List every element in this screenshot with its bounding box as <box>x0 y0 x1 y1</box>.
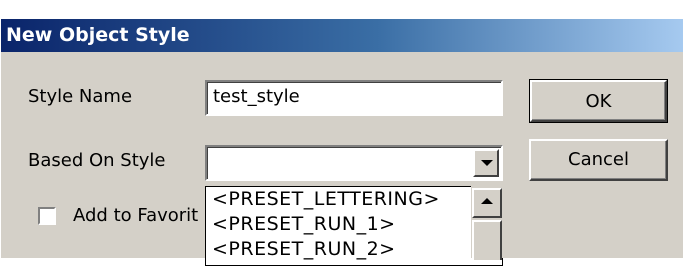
list-item[interactable]: <PRESET_LETTERING> <box>212 188 440 210</box>
top-strip <box>1 0 683 19</box>
add-to-favorites-checkbox[interactable] <box>38 207 56 225</box>
chevron-up-icon <box>481 198 493 204</box>
dialog-title: New Object Style <box>6 24 190 46</box>
add-to-favorites-label: Add to Favorit <box>73 205 199 226</box>
list-item[interactable]: <PRESET_RUN_2> <box>212 238 396 260</box>
chevron-down-icon <box>481 160 493 166</box>
ok-button[interactable]: OK <box>529 79 668 123</box>
dropdown-toggle-button[interactable] <box>473 149 499 177</box>
cancel-button[interactable]: Cancel <box>529 139 668 181</box>
list-scrollbar[interactable] <box>471 186 504 260</box>
based-on-style-label: Based On Style <box>28 150 166 171</box>
style-name-input[interactable]: test_style <box>205 80 503 116</box>
based-on-style-select[interactable] <box>205 145 503 181</box>
style-name-label: Style Name <box>28 86 133 107</box>
scroll-thumb[interactable] <box>472 220 502 260</box>
scroll-up-button[interactable] <box>472 188 502 218</box>
style-dropdown-list[interactable]: <PRESET_LETTERING> <PRESET_RUN_1> <PRESE… <box>205 186 503 266</box>
list-item[interactable]: <PRESET_RUN_1> <box>212 213 396 235</box>
style-name-value: test_style <box>213 86 300 107</box>
ok-button-label: OK <box>530 80 667 122</box>
new-object-style-dialog: New Object Style Style Name test_style O… <box>0 0 683 266</box>
title-bar[interactable]: New Object Style <box>1 19 683 52</box>
